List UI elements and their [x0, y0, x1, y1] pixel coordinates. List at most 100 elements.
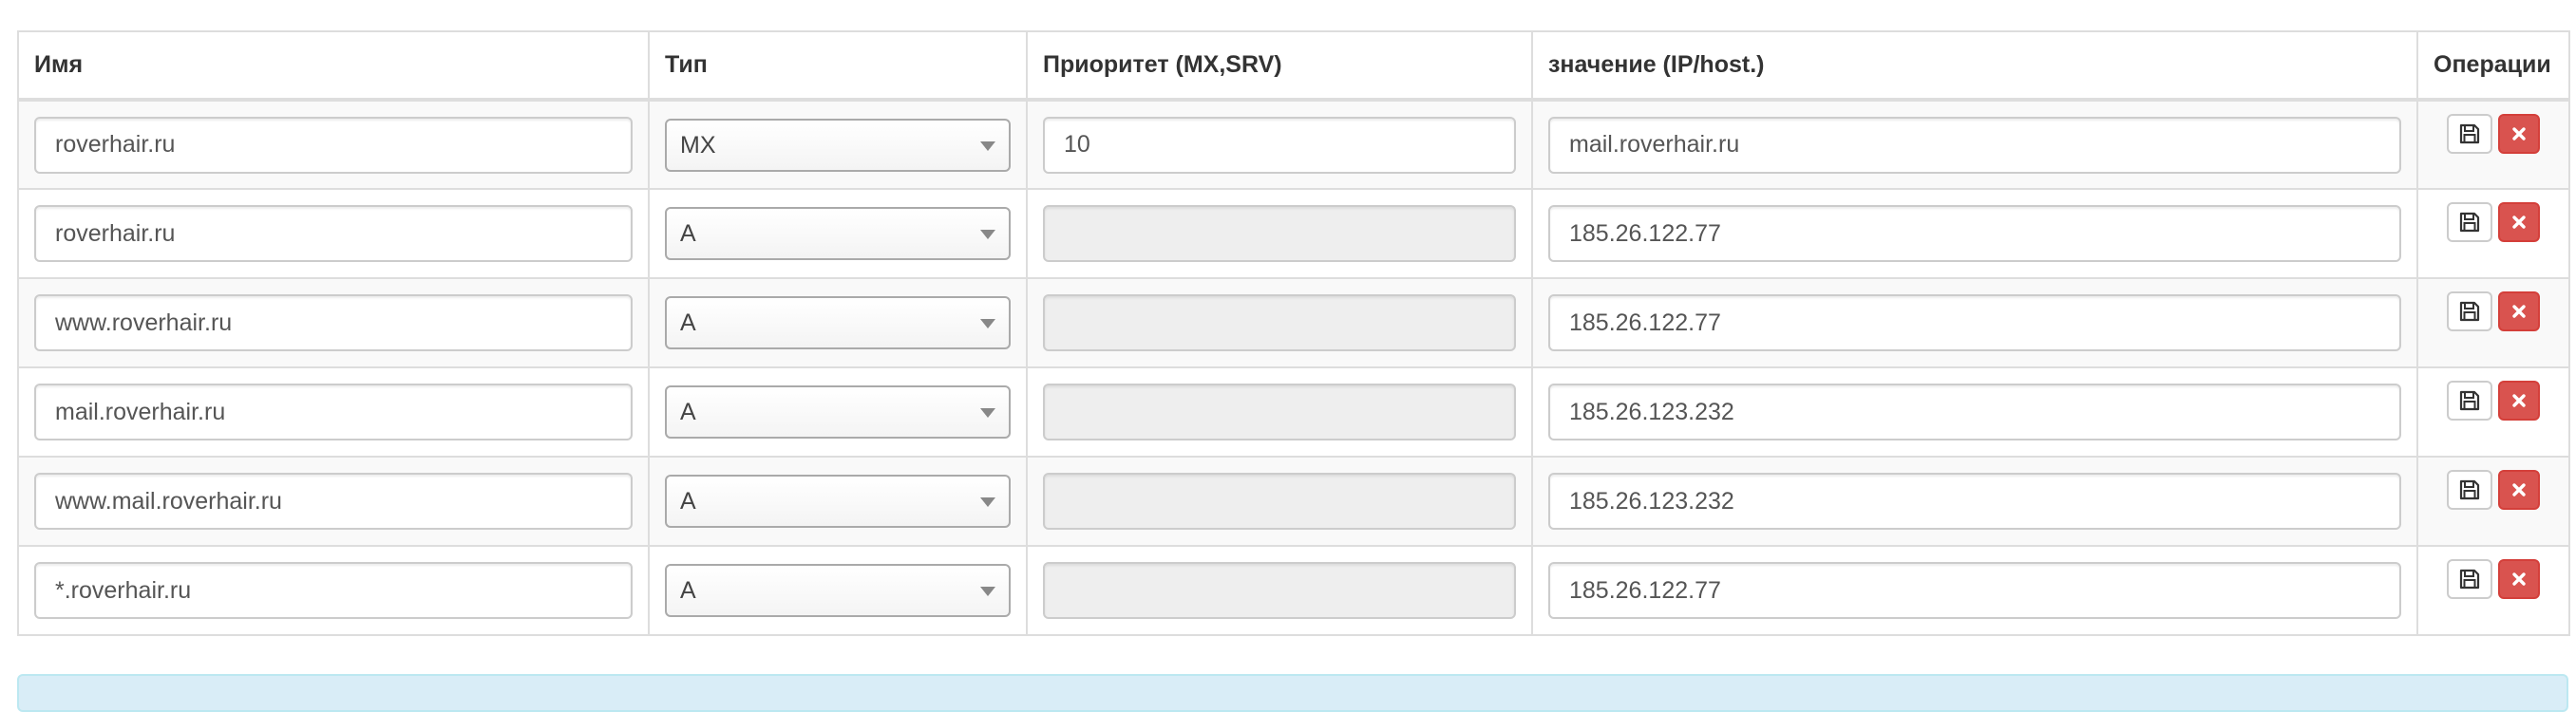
value-cell: [1531, 456, 2418, 547]
delete-record-button[interactable]: [2498, 559, 2540, 599]
column-header-name: Имя: [17, 30, 650, 102]
record-name-input[interactable]: [34, 205, 633, 262]
priority-cell: [1026, 277, 1533, 368]
table-row: A: [17, 545, 2570, 636]
record-value-input[interactable]: [1548, 473, 2401, 530]
name-cell: [17, 188, 650, 279]
table-row: A: [17, 366, 2570, 458]
caret-down-icon: [980, 497, 995, 507]
save-record-button[interactable]: [2447, 559, 2492, 599]
floppy-disk-icon: [2458, 478, 2481, 501]
type-cell: A: [648, 456, 1028, 547]
close-icon: [2511, 393, 2527, 408]
priority-cell: [1026, 188, 1533, 279]
save-record-button[interactable]: [2447, 291, 2492, 331]
column-header-value: значение (IP/host.): [1531, 30, 2418, 102]
record-type-value: A: [680, 399, 696, 425]
floppy-disk-icon: [2458, 568, 2481, 590]
delete-record-button[interactable]: [2498, 113, 2540, 154]
value-cell: [1531, 188, 2418, 279]
record-type-select[interactable]: A: [665, 207, 1011, 260]
operations-cell: [2416, 545, 2570, 636]
close-icon: [2511, 482, 2527, 497]
floppy-disk-icon: [2458, 211, 2481, 234]
type-cell: A: [648, 545, 1028, 636]
record-priority-input[interactable]: [1043, 116, 1516, 174]
column-header-priority: Приоритет (MX,SRV): [1026, 30, 1533, 102]
record-value-input[interactable]: [1548, 294, 2401, 351]
delete-record-button[interactable]: [2498, 470, 2540, 510]
table-row: A: [17, 188, 2570, 279]
operations-cell: [2416, 277, 2570, 368]
delete-record-button[interactable]: [2498, 291, 2540, 331]
save-record-button[interactable]: [2447, 470, 2492, 510]
record-priority-input: [1043, 294, 1516, 351]
delete-record-button[interactable]: [2498, 202, 2540, 242]
record-type-value: A: [680, 488, 696, 515]
record-type-value: A: [680, 309, 696, 336]
save-record-button[interactable]: [2447, 381, 2492, 421]
record-value-input[interactable]: [1548, 116, 2401, 174]
name-cell: [17, 277, 650, 368]
caret-down-icon: [980, 587, 995, 596]
operations-cell: [2416, 456, 2570, 547]
record-type-value: MX: [680, 131, 716, 159]
dns-records-panel: Имя Тип Приоритет (MX,SRV) значение (IP/…: [17, 30, 2570, 636]
delete-record-button[interactable]: [2498, 381, 2540, 421]
priority-cell: [1026, 366, 1533, 458]
operations-cell: [2416, 188, 2570, 279]
priority-cell: [1026, 545, 1533, 636]
type-cell: A: [648, 277, 1028, 368]
record-type-value: A: [680, 577, 696, 604]
table-row: A: [17, 277, 2570, 368]
caret-down-icon: [980, 319, 995, 328]
column-header-operations: Операции: [2416, 30, 2570, 102]
dns-records-table: Имя Тип Приоритет (MX,SRV) значение (IP/…: [17, 30, 2570, 636]
record-value-input[interactable]: [1548, 562, 2401, 619]
record-type-select[interactable]: A: [665, 385, 1011, 439]
close-icon: [2511, 215, 2527, 230]
type-cell: A: [648, 366, 1028, 458]
record-type-select[interactable]: A: [665, 296, 1011, 349]
record-type-select[interactable]: A: [665, 564, 1011, 617]
close-icon: [2511, 304, 2527, 319]
record-name-input[interactable]: [34, 384, 633, 440]
record-priority-input: [1043, 473, 1516, 530]
record-type-select[interactable]: A: [665, 475, 1011, 528]
caret-down-icon: [980, 408, 995, 418]
record-type-select[interactable]: MX: [665, 118, 1011, 172]
record-name-input[interactable]: [34, 562, 633, 619]
record-value-input[interactable]: [1548, 205, 2401, 262]
save-record-button[interactable]: [2447, 202, 2492, 242]
table-row: A: [17, 456, 2570, 547]
operations-cell: [2416, 99, 2570, 190]
close-icon: [2511, 571, 2527, 587]
record-value-input[interactable]: [1548, 384, 2401, 440]
record-priority-input: [1043, 205, 1516, 262]
type-cell: MX: [648, 99, 1028, 190]
value-cell: [1531, 277, 2418, 368]
value-cell: [1531, 99, 2418, 190]
floppy-disk-icon: [2458, 300, 2481, 323]
record-type-value: A: [680, 220, 696, 247]
name-cell: [17, 456, 650, 547]
priority-cell: [1026, 456, 1533, 547]
record-name-input[interactable]: [34, 116, 633, 174]
close-icon: [2511, 126, 2527, 141]
table-header-row: Имя Тип Приоритет (MX,SRV) значение (IP/…: [17, 30, 2570, 102]
record-name-input[interactable]: [34, 473, 633, 530]
caret-down-icon: [980, 141, 995, 151]
name-cell: [17, 545, 650, 636]
column-header-type: Тип: [648, 30, 1028, 102]
record-priority-input: [1043, 384, 1516, 440]
operations-cell: [2416, 366, 2570, 458]
priority-cell: [1026, 99, 1533, 190]
caret-down-icon: [980, 230, 995, 239]
table-row: MX: [17, 99, 2570, 190]
save-record-button[interactable]: [2447, 113, 2492, 154]
record-name-input[interactable]: [34, 294, 633, 351]
record-priority-input: [1043, 562, 1516, 619]
value-cell: [1531, 366, 2418, 458]
floppy-disk-icon: [2458, 122, 2481, 145]
name-cell: [17, 366, 650, 458]
